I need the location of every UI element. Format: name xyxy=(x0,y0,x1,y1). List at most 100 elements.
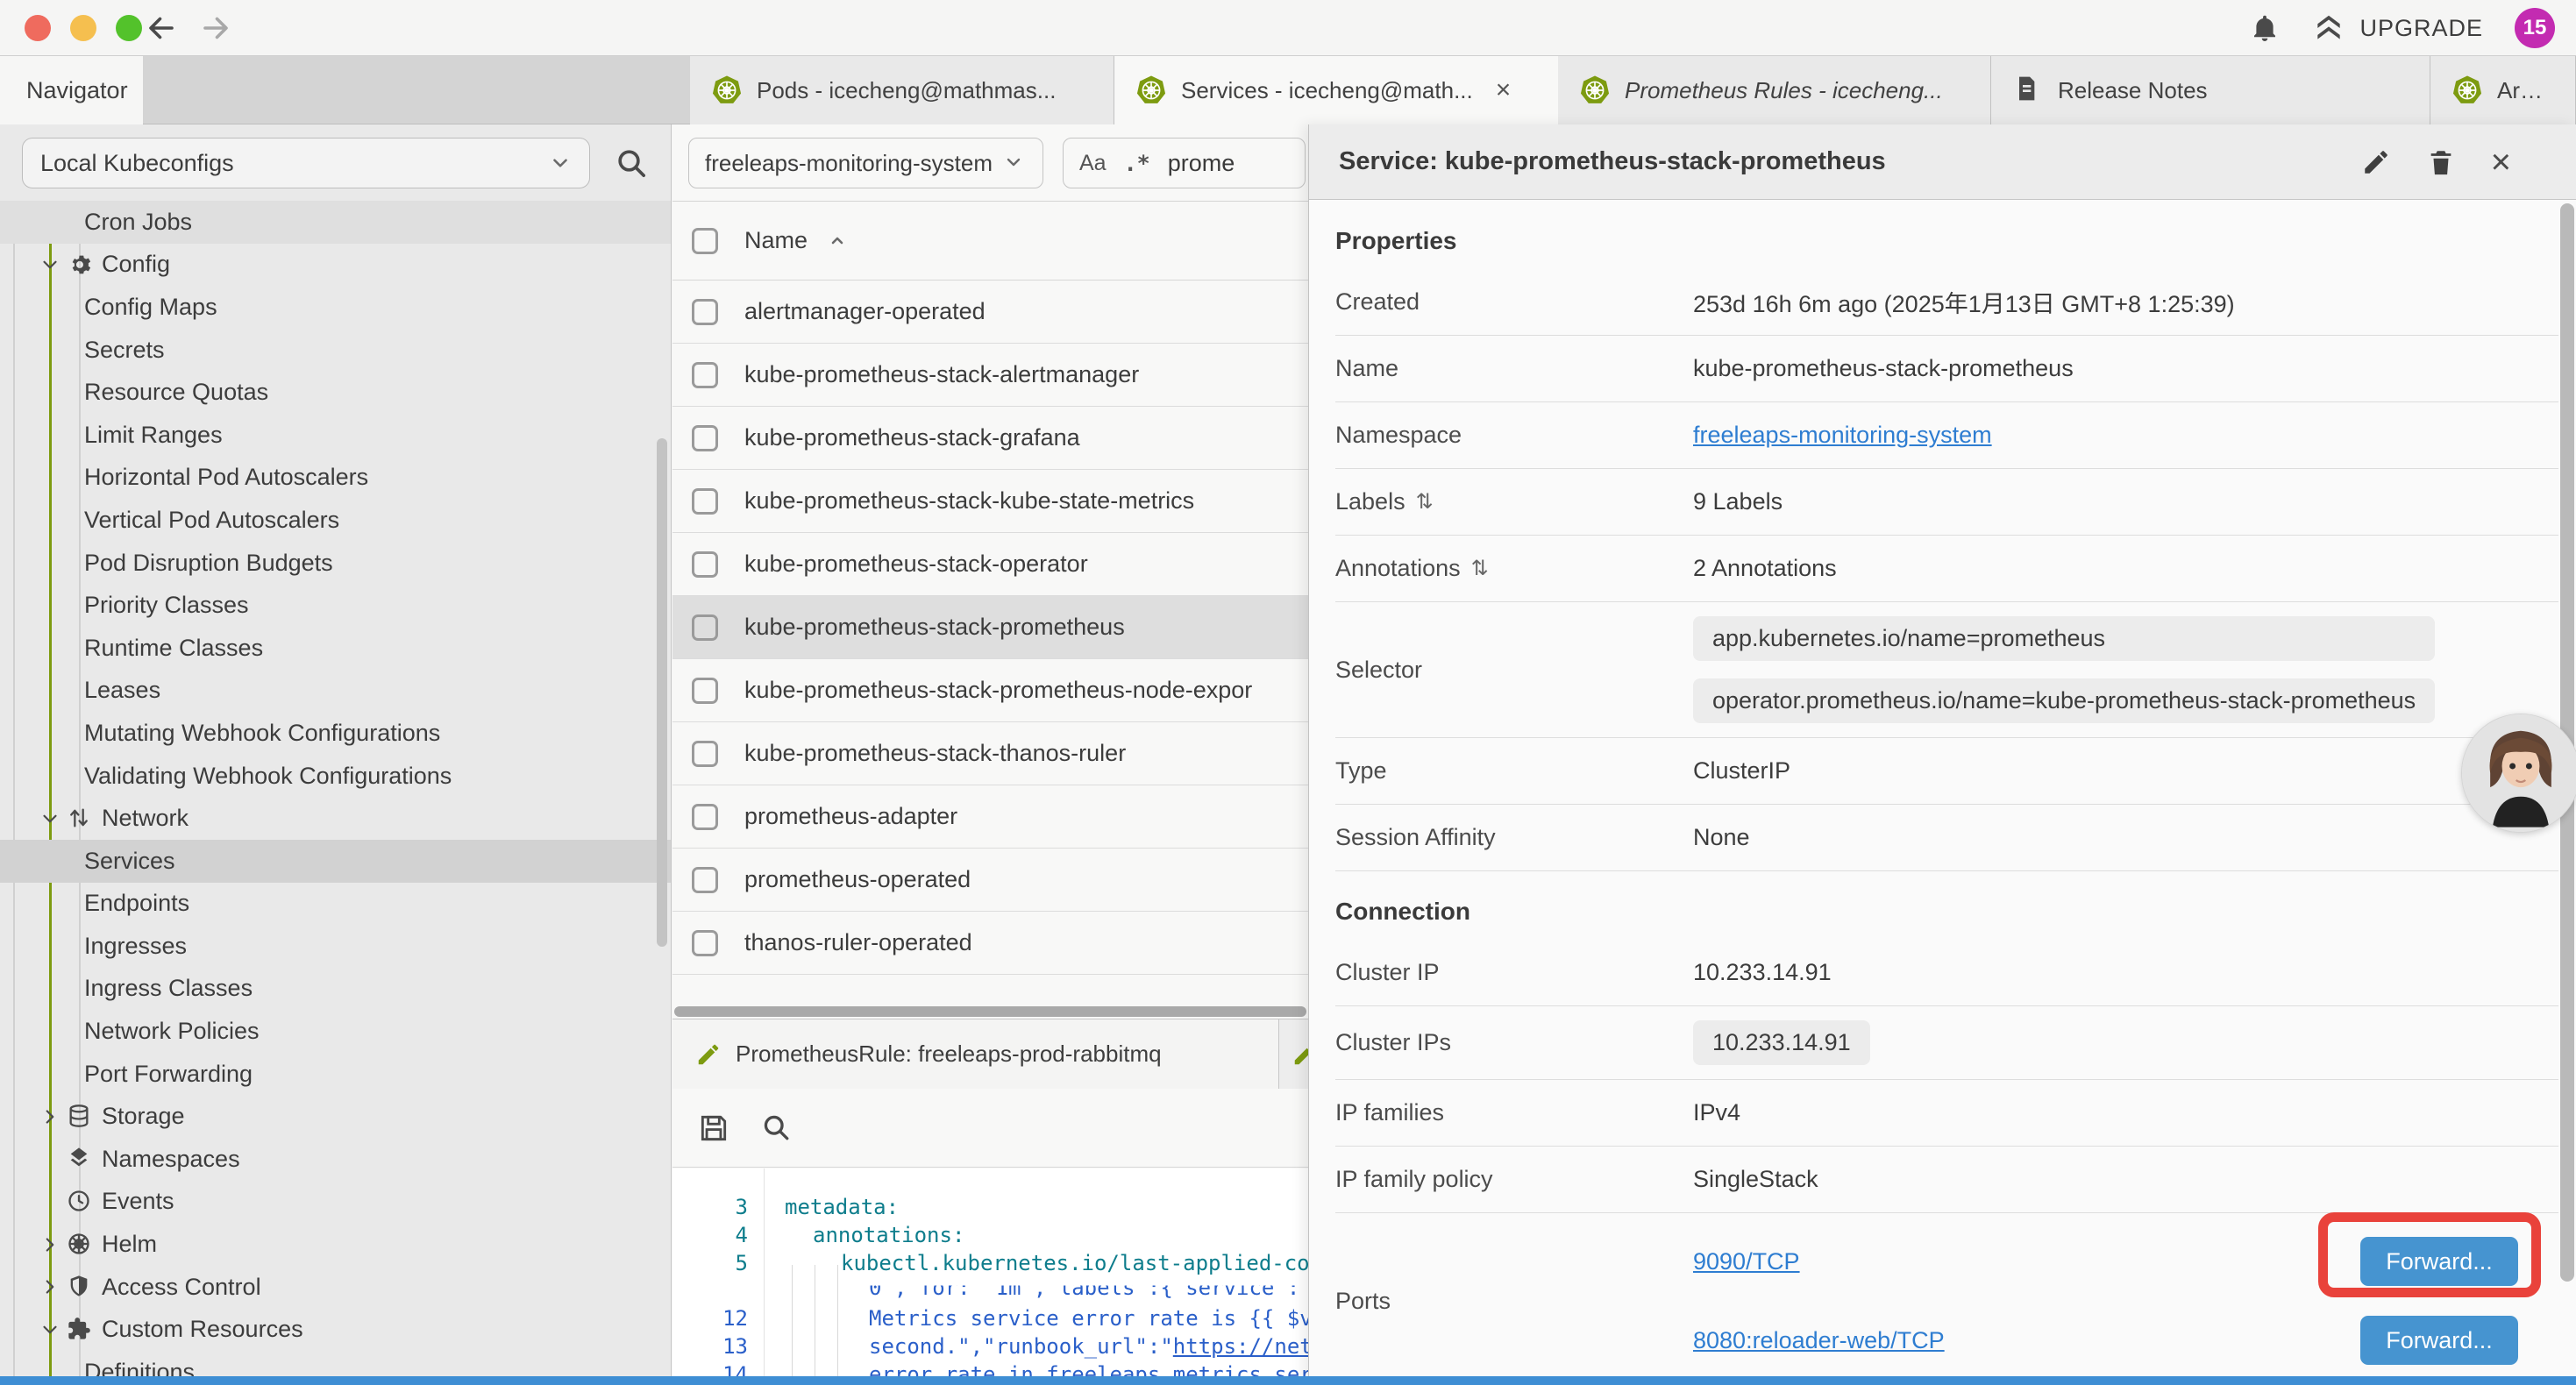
sort-updown-icon[interactable]: ⇅ xyxy=(1471,556,1489,581)
forward-icon[interactable] xyxy=(200,12,231,44)
row-checkbox[interactable] xyxy=(692,741,718,767)
sidebar-item-network-policies[interactable]: Network Policies xyxy=(0,1010,671,1053)
forward-button[interactable]: Forward... xyxy=(2360,1237,2518,1286)
bell-icon[interactable] xyxy=(2249,12,2281,44)
notification-badge[interactable]: 15 xyxy=(2515,8,2555,48)
sidebar-item-network[interactable]: Network xyxy=(0,797,671,840)
tab-argo-se[interactable]: Argo Se xyxy=(2430,56,2576,124)
match-case-icon[interactable]: Aa xyxy=(1079,151,1107,176)
table-row[interactable]: kube-prometheus-stack-grafana xyxy=(672,407,1308,470)
yaml-editor[interactable]: 3metadata:4annotations:5kubectl.kubernet… xyxy=(672,1168,1308,1385)
chevron-right-icon[interactable] xyxy=(39,1275,61,1298)
table-row[interactable]: thanos-ruler-operated xyxy=(672,912,1308,975)
table-row[interactable]: kube-prometheus-stack-prometheus xyxy=(672,596,1308,659)
horizontal-scrollbar[interactable] xyxy=(672,1005,1308,1019)
list-search-input[interactable]: Aa .* prome xyxy=(1063,138,1306,188)
upgrade-button[interactable]: UPGRADE xyxy=(2312,11,2483,45)
namespace-filter-select[interactable]: freeleaps-monitoring-system xyxy=(688,138,1043,188)
sidebar-item-config-maps[interactable]: Config Maps xyxy=(0,286,671,329)
sidebar-item-ingress-classes[interactable]: Ingress Classes xyxy=(0,968,671,1011)
table-row[interactable]: prometheus-adapter xyxy=(672,785,1308,849)
table-row[interactable]: kube-prometheus-stack-operator xyxy=(672,533,1308,596)
close-icon[interactable]: × xyxy=(2491,147,2511,177)
sidebar-item-port-forwarding[interactable]: Port Forwarding xyxy=(0,1053,671,1096)
code-line[interactable]: 0", for: "1m", labels :{ service : xyxy=(672,1274,1308,1302)
sidebar-item-secrets[interactable]: Secrets xyxy=(0,329,671,372)
sidebar-item-endpoints[interactable]: Endpoints xyxy=(0,883,671,926)
sidebar-item-storage[interactable]: Storage xyxy=(0,1095,671,1138)
kubeconfig-context-select[interactable]: Local Kubeconfigs xyxy=(22,138,590,188)
close-tab-icon[interactable]: × xyxy=(1496,75,1512,105)
minimize-window-icon[interactable] xyxy=(70,15,96,41)
row-checkbox[interactable] xyxy=(692,362,718,388)
chevron-right-icon[interactable] xyxy=(39,1233,61,1256)
table-row[interactable]: kube-prometheus-stack-kube-state-metrics xyxy=(672,470,1308,533)
row-checkbox[interactable] xyxy=(692,299,718,325)
sidebar-item-resource-quotas[interactable]: Resource Quotas xyxy=(0,371,671,414)
sidebar-item-cron-jobs[interactable]: Cron Jobs xyxy=(0,201,671,244)
sidebar-search-icon[interactable] xyxy=(614,146,649,181)
table-row[interactable]: kube-prometheus-stack-alertmanager xyxy=(672,344,1308,407)
sidebar-item-mutating-webhook-configurations[interactable]: Mutating Webhook Configurations xyxy=(0,712,671,755)
close-window-icon[interactable] xyxy=(25,15,51,41)
editor-tab-prometheusrule[interactable]: PrometheusRule: freeleaps-prod-rabbitmq xyxy=(672,1019,1279,1089)
code-line[interactable]: 4annotations: xyxy=(672,1221,1308,1249)
row-checkbox[interactable] xyxy=(692,488,718,515)
sidebar-item-horizontal-pod-autoscalers[interactable]: Horizontal Pod Autoscalers xyxy=(0,457,671,500)
row-checkbox[interactable] xyxy=(692,804,718,830)
chevron-down-icon[interactable] xyxy=(39,1318,61,1341)
port-link[interactable]: 9090/TCP xyxy=(1693,1248,1800,1275)
delete-icon[interactable] xyxy=(2426,147,2456,177)
row-checkbox[interactable] xyxy=(692,614,718,641)
table-row[interactable]: alertmanager-operated xyxy=(672,281,1308,344)
chevron-down-icon[interactable] xyxy=(39,253,61,276)
forward-button[interactable]: Forward... xyxy=(2360,1316,2518,1365)
select-all-checkbox[interactable] xyxy=(692,228,718,254)
row-checkbox[interactable] xyxy=(692,551,718,578)
sidebar-item-config[interactable]: Config xyxy=(0,244,671,287)
port-link[interactable]: 8080:reloader-web/TCP xyxy=(1693,1327,1945,1354)
sidebar-item-events[interactable]: Events xyxy=(0,1181,671,1224)
edit-icon[interactable] xyxy=(2361,147,2391,177)
namespace-link[interactable]: freeleaps-monitoring-system xyxy=(1693,422,1992,449)
table-row[interactable]: kube-prometheus-stack-prometheus-node-ex… xyxy=(672,659,1308,722)
chevron-right-icon[interactable] xyxy=(39,1105,61,1128)
sidebar-item-pod-disruption-budgets[interactable]: Pod Disruption Budgets xyxy=(0,542,671,585)
sidebar-item-access-control[interactable]: Access Control xyxy=(0,1266,671,1309)
tab-prometheus-rules-icecheng[interactable]: Prometheus Rules - icecheng... xyxy=(1558,56,1991,124)
sidebar-item-custom-resources[interactable]: Custom Resources xyxy=(0,1308,671,1351)
tab-navigator[interactable]: Navigator xyxy=(0,56,143,124)
sidebar-item-helm[interactable]: Helm xyxy=(0,1223,671,1266)
regex-icon[interactable]: .* xyxy=(1124,151,1150,176)
row-checkbox[interactable] xyxy=(692,867,718,893)
table-row[interactable]: kube-prometheus-stack-thanos-ruler xyxy=(672,722,1308,785)
save-icon[interactable] xyxy=(697,1112,730,1145)
code-line[interactable]: 13second.","runbook_url":"https://net xyxy=(672,1332,1308,1360)
chevron-down-icon[interactable] xyxy=(39,807,61,830)
tab-pods-icecheng-mathmas[interactable]: Pods - icecheng@mathmas... xyxy=(690,56,1114,124)
tab-services-icecheng-math[interactable]: Services - icecheng@math...× xyxy=(1114,56,1558,124)
code-line[interactable]: 5kubectl.kubernetes.io/last-applied-co xyxy=(672,1249,1308,1277)
row-checkbox[interactable] xyxy=(692,678,718,704)
row-checkbox[interactable] xyxy=(692,930,718,956)
tab-release-notes[interactable]: Release Notes xyxy=(1991,56,2430,124)
sidebar-item-leases[interactable]: Leases xyxy=(0,670,671,713)
back-icon[interactable] xyxy=(146,12,177,44)
table-row[interactable]: prometheus-operated xyxy=(672,849,1308,912)
sidebar-item-limit-ranges[interactable]: Limit Ranges xyxy=(0,414,671,457)
column-header-name[interactable]: Name xyxy=(744,227,808,254)
sidebar-item-services[interactable]: Services xyxy=(0,840,671,883)
row-checkbox[interactable] xyxy=(692,425,718,451)
sidebar-scrollbar[interactable] xyxy=(657,438,667,947)
sort-asc-icon[interactable] xyxy=(827,231,848,252)
code-line[interactable]: 3metadata: xyxy=(672,1193,1308,1221)
sidebar-item-vertical-pod-autoscalers[interactable]: Vertical Pod Autoscalers xyxy=(0,499,671,542)
code-line[interactable]: 12Metrics service error rate is {{ $va xyxy=(672,1304,1308,1332)
sort-updown-icon[interactable]: ⇅ xyxy=(1416,489,1434,515)
sidebar-item-definitions[interactable]: Definitions xyxy=(0,1351,671,1376)
maximize-window-icon[interactable] xyxy=(116,15,142,41)
editor-tab-next[interactable] xyxy=(1279,1019,1308,1089)
sidebar-item-validating-webhook-configurations[interactable]: Validating Webhook Configurations xyxy=(0,755,671,798)
sidebar-item-priority-classes[interactable]: Priority Classes xyxy=(0,584,671,627)
avatar[interactable] xyxy=(2461,714,2576,833)
